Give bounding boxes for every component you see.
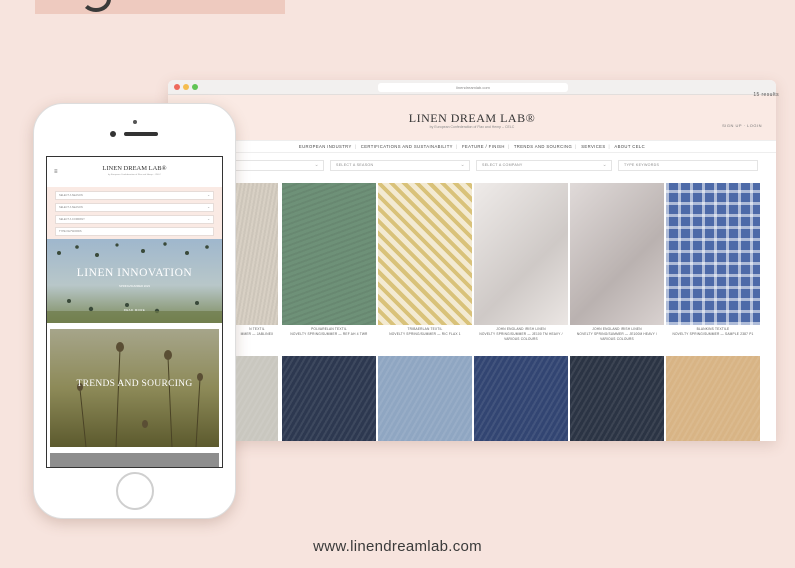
filter-bar: ⌄ SELECT A SEASON ⌄ SELECT A COMPANY ⌄ TYP… — [168, 153, 776, 175]
chevron-down-icon: ⌄ — [207, 217, 210, 221]
product-ref: NOVELTY SPRING/SUMMER — RIC FLAX 1 — [389, 332, 461, 336]
product-card-image[interactable] — [474, 183, 568, 325]
product-ref: NOVELTY SPRING/SUMMER — SAMPLE 2387 P1 — [672, 332, 754, 336]
phone-mockup: ≡ LINEN DREAM LAB® by European Confedera… — [33, 103, 236, 519]
product-card-image[interactable] — [282, 356, 376, 441]
hero-linen-innovation[interactable]: LINEN INNOVATION SPRING/SUMMER 2023 READ… — [47, 239, 222, 323]
product-caption: POLVARELAN TEXTIL NOVELTY SPRING/SUMMER —… — [282, 327, 376, 337]
product-ref: NOVELTY SPRING/SUMMER — JE100 TM HEAVY /… — [479, 332, 563, 341]
site-logo-subtitle: by European Confederation of Flax and He… — [429, 125, 515, 129]
product-card-image[interactable] — [666, 183, 760, 325]
hero-title: LINEN INNOVATION — [76, 267, 193, 279]
home-button[interactable] — [116, 472, 154, 510]
close-window-icon[interactable] — [174, 84, 180, 90]
product-card-image[interactable] — [378, 183, 472, 325]
mobile-logo[interactable]: LINEN DREAM LAB® — [47, 165, 222, 172]
trends-title: TRENDS AND SOURCING — [76, 379, 193, 389]
browser-titlebar: linendreamlab.com — [168, 80, 776, 95]
minimize-window-icon[interactable] — [183, 84, 189, 90]
product-ref: NOVELTY SPRING/SUMMER — REF AH 4 TWR — [290, 332, 368, 336]
nav-item-services[interactable]: SERVICES — [581, 144, 605, 149]
chevron-down-icon: ⌄ — [314, 162, 319, 168]
mobile-keyword-input[interactable]: TYPE KEYWORDS — [55, 227, 214, 236]
chevron-down-icon: ⌄ — [460, 162, 465, 168]
product-card-image[interactable] — [378, 356, 472, 441]
nav-item-feature-finish[interactable]: FEATURE / FINISH — [462, 144, 505, 149]
chevron-down-icon: ⌄ — [207, 193, 210, 197]
product-card-image[interactable] — [570, 183, 664, 325]
site-header: LINEN DREAM LAB® by European Confederati… — [168, 95, 776, 140]
nav-item-about[interactable]: ABOUT CELC — [614, 144, 645, 149]
mobile-season-select-2[interactable]: SELECT A SEASON ⌄ — [55, 203, 214, 212]
hero-trends-sourcing[interactable]: TRENDS AND SOURCING — [50, 329, 219, 447]
product-card-image[interactable] — [282, 183, 376, 325]
product-caption: N TEXTIL MMER — JABLINEX — [236, 327, 278, 337]
company-select[interactable]: SELECT A COMPANY ⌄ — [476, 160, 612, 171]
site-logo[interactable]: LINEN DREAM LAB® — [168, 111, 776, 126]
product-caption: JOHN ENGLAND IRISH LINEN NOVELTY SPRING/S… — [474, 327, 568, 342]
main-nav: EUROPEAN INDUSTRY | CERTIFICATIONS AND SU… — [168, 140, 776, 153]
product-card-image[interactable] — [236, 356, 278, 441]
address-bar[interactable]: linendreamlab.com — [378, 83, 568, 92]
read-more-link[interactable]: READ MORE — [47, 308, 222, 312]
product-caption: TRIBAERLAN TEXTIL NOVELTY SPRING/SUMMER —… — [378, 327, 472, 337]
chevron-down-icon: ⌄ — [207, 205, 210, 209]
product-card-image[interactable] — [236, 183, 278, 325]
product-card-image[interactable] — [666, 356, 760, 441]
speaker-grille — [124, 132, 158, 136]
signup-login-link[interactable]: SIGN UP · LOGIN — [722, 123, 762, 128]
product-card-image[interactable] — [570, 356, 664, 441]
product-ref: NOVELTY SPRING/SUMMER — JE100M HEAVY / V… — [576, 332, 658, 341]
maximize-window-icon[interactable] — [192, 84, 198, 90]
mobile-header: ≡ LINEN DREAM LAB® by European Confedera… — [47, 157, 222, 187]
mobile-logo-subtitle: by European Confederation of Flax and He… — [108, 174, 161, 176]
sensor-icon — [133, 120, 137, 124]
nav-item-trends[interactable]: TRENDS AND SOURCING — [514, 144, 572, 149]
season-select[interactable]: SELECT A SEASON ⌄ — [330, 160, 470, 171]
nav-item-european-industry[interactable]: EUROPEAN INDUSTRY — [299, 144, 352, 149]
corner-decoration — [35, 0, 285, 14]
phone-screen: ≡ LINEN DREAM LAB® by European Confedera… — [46, 156, 223, 468]
hero-third[interactable] — [50, 453, 219, 467]
product-card-image[interactable] — [474, 356, 568, 441]
mobile-filters: SELECT A SEASON ⌄ SELECT A SEASON ⌄ SELECT… — [47, 187, 222, 239]
camera-icon — [110, 131, 116, 137]
nav-item-certifications[interactable]: CERTIFICATIONS AND SUSTAINABILITY — [361, 144, 453, 149]
keyword-input[interactable]: TYPE KEYWORDS — [618, 160, 758, 171]
product-caption: BLANKINS TEXTILE NOVELTY SPRING/SUMMER — … — [666, 327, 760, 337]
hero-subtitle: SPRING/SUMMER 2023 — [119, 284, 150, 288]
chevron-down-icon: ⌄ — [602, 162, 607, 168]
product-ref: MMER — JABLINEX — [240, 332, 274, 336]
product-caption: JOHN ENGLAND IRISH LINEN NOVELTY SPRING/S… — [570, 327, 664, 342]
mobile-company-select[interactable]: SELECT A COMPANY ⌄ — [55, 215, 214, 224]
results-count: 15 results — [753, 92, 779, 98]
footer-url[interactable]: www.linendreamlab.com — [0, 538, 795, 555]
mobile-season-select[interactable]: SELECT A SEASON ⌄ — [55, 191, 214, 200]
